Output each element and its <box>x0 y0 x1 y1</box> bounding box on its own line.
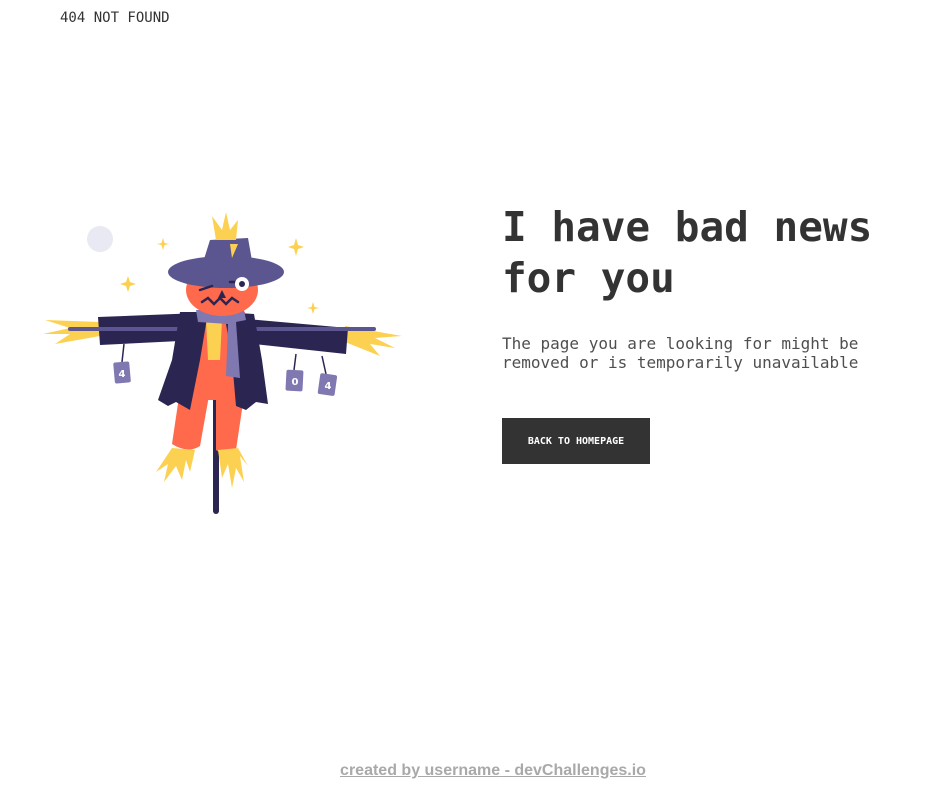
back-to-homepage-button[interactable]: BACK TO HOMEPAGE <box>502 418 650 464</box>
footer-site-link[interactable]: devChallenges.io <box>514 762 646 779</box>
straw-left-hand <box>43 320 100 344</box>
footer-credit: created by username - devChallenges.io <box>0 762 941 780</box>
scarecrow-hat-crown <box>200 238 254 272</box>
hanging-can-right: 4 <box>317 355 338 396</box>
can-digit: 4 <box>119 369 126 380</box>
hanging-can-left: 4 <box>113 343 131 384</box>
scarecrow-svg: 4 0 4 <box>43 212 402 514</box>
straw-top <box>212 212 238 240</box>
can-digit: 4 <box>325 381 332 392</box>
moon-icon <box>87 226 113 252</box>
error-message: The page you are looking for might be re… <box>502 334 859 372</box>
scarecrow-illustration: 4 0 4 <box>40 210 410 520</box>
page-headline: I have bad news for you <box>502 203 873 302</box>
can-digit: 0 <box>292 377 299 388</box>
straw-right-foot <box>218 448 248 488</box>
straw-left-foot <box>156 448 195 482</box>
footer-username-link[interactable]: username <box>425 762 501 779</box>
brand-logo-text[interactable]: 404 NOT FOUND <box>60 10 170 26</box>
footer-prefix: created by <box>340 762 425 779</box>
scarecrow-shirt-patch <box>206 320 222 360</box>
hanging-can-middle: 0 <box>285 353 304 392</box>
footer-separator: - <box>500 762 515 779</box>
